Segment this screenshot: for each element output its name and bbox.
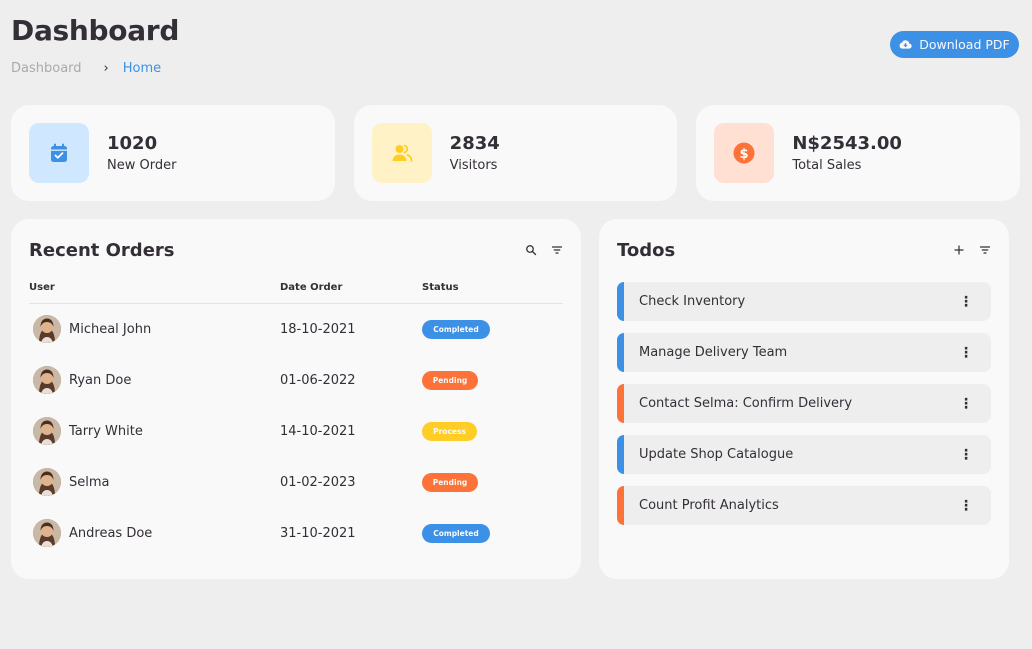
stat-card-new-order: 1020 New Order	[11, 105, 335, 201]
todo-item[interactable]: Count Profit Analytics ⋮	[617, 486, 991, 525]
more-vertical-icon[interactable]: ⋮	[959, 499, 973, 513]
order-date: 01-02-2023	[280, 474, 356, 490]
stat-label: Visitors	[449, 158, 498, 173]
todo-list: Check Inventory ⋮ Manage Delivery Team ⋮ Con…	[617, 282, 991, 525]
more-vertical-icon[interactable]: ⋮	[959, 397, 973, 411]
stat-value: 1020	[107, 133, 158, 154]
user-cell: Tarry White	[29, 406, 280, 457]
status-badge: Pending	[422, 472, 478, 492]
calendar-check-icon	[51, 143, 67, 162]
filter-icon[interactable]	[979, 244, 991, 256]
todo-label: Manage Delivery Team	[639, 345, 788, 360]
status-cell: Pending	[422, 355, 563, 406]
status-cell: Completed	[422, 304, 563, 355]
stat-icon-box	[29, 123, 89, 183]
cloud-download-icon	[899, 40, 912, 49]
todo-label: Update Shop Catalogue	[639, 447, 794, 462]
recent-orders-panel: Recent Orders User Date Order Status Mic…	[11, 219, 581, 579]
chevron-right-icon: ›	[103, 61, 109, 76]
stat-value: 2834	[449, 133, 500, 154]
more-vertical-icon[interactable]: ⋮	[959, 346, 973, 360]
stat-label: New Order	[107, 158, 177, 173]
table-row[interactable]: Andreas Doe 31-10-2021 Completed	[29, 508, 563, 559]
column-header-user: User	[29, 282, 280, 304]
status-cell: Pending	[422, 457, 563, 508]
status-cell: Process	[422, 406, 563, 457]
status-badge: Process	[422, 421, 477, 441]
stat-card-visitors: 2834 Visitors	[353, 105, 678, 201]
breadcrumb-home[interactable]: Home	[123, 61, 161, 76]
dashboard-page: Dashboard Dashboard › Home Download PDF	[0, 0, 1032, 649]
avatar	[33, 417, 61, 445]
table-row[interactable]: Tarry White 14-10-2021 Process	[29, 406, 563, 457]
table-row[interactable]: Selma 01-02-2023 Pending	[29, 457, 563, 508]
panel-tools	[525, 244, 563, 256]
search-icon[interactable]	[525, 244, 537, 256]
svg-text:$: $	[740, 147, 749, 162]
user-cell: Ryan Doe	[29, 355, 280, 406]
download-pdf-button[interactable]: Download PDF	[890, 31, 1019, 58]
todo-item[interactable]: Manage Delivery Team ⋮	[617, 333, 991, 372]
todo-item[interactable]: Contact Selma: Confirm Delivery ⋮	[617, 384, 991, 423]
order-date: 31-10-2021	[280, 525, 356, 541]
bottom-section: Recent Orders User Date Order Status Mic…	[11, 219, 1020, 579]
table-row[interactable]: Micheal John 18-10-2021 Completed	[29, 304, 563, 355]
order-date: 01-06-2022	[280, 372, 356, 388]
filter-icon[interactable]	[551, 244, 563, 256]
table-row[interactable]: Ryan Doe 01-06-2022 Pending	[29, 355, 563, 406]
status-badge: Completed	[422, 523, 490, 543]
panel-title: Todos	[617, 239, 676, 261]
todo-item[interactable]: Update Shop Catalogue ⋮	[617, 435, 991, 474]
column-header-status: Status	[422, 282, 563, 304]
todo-label: Count Profit Analytics	[639, 498, 779, 513]
panel-header: Recent Orders	[29, 239, 563, 261]
breadcrumb: Dashboard › Home	[11, 61, 161, 76]
people-icon	[392, 144, 413, 162]
panel-title: Recent Orders	[29, 239, 175, 261]
todo-item[interactable]: Check Inventory ⋮	[617, 282, 991, 321]
panel-tools	[953, 244, 991, 256]
stats-row: 1020 New Order 2834 Visitors $ N$2543.00…	[11, 105, 1021, 201]
stat-icon-box: $	[714, 123, 775, 183]
user-name: Micheal John	[69, 321, 152, 337]
user-cell: Selma	[29, 457, 280, 508]
column-header-date: Date Order	[280, 282, 422, 304]
status-badge: Completed	[422, 319, 490, 339]
avatar	[33, 519, 61, 547]
stat-card-total-sales: $ N$2543.00 Total Sales	[696, 105, 1021, 201]
stat-icon-box	[371, 123, 432, 183]
avatar	[33, 468, 61, 496]
plus-icon[interactable]	[953, 244, 965, 256]
todo-label: Contact Selma: Confirm Delivery	[639, 396, 853, 411]
download-pdf-label: Download PDF	[919, 37, 1010, 52]
more-vertical-icon[interactable]: ⋮	[959, 448, 973, 462]
user-name: Selma	[69, 474, 110, 490]
order-date: 18-10-2021	[280, 321, 356, 337]
more-vertical-icon[interactable]: ⋮	[959, 295, 973, 309]
orders-table: User Date Order Status Micheal John 18-10…	[29, 282, 563, 559]
status-badge: Pending	[422, 370, 478, 390]
page-header: Dashboard Dashboard › Home Download PDF	[11, 0, 1020, 105]
panel-header: Todos	[617, 239, 991, 261]
user-name: Ryan Doe	[69, 372, 132, 388]
breadcrumb-dashboard[interactable]: Dashboard	[11, 61, 82, 76]
stat-value: N$2543.00	[792, 133, 902, 154]
user-cell: Micheal John	[29, 304, 280, 355]
status-cell: Completed	[422, 508, 563, 559]
avatar	[33, 366, 61, 394]
user-name: Tarry White	[69, 423, 143, 439]
page-title: Dashboard	[11, 14, 180, 47]
todo-label: Check Inventory	[639, 294, 746, 309]
todos-panel: Todos Check Inventory ⋮ Manage Delivery Te…	[599, 219, 1009, 579]
avatar	[33, 315, 61, 344]
user-cell: Andreas Doe	[29, 508, 280, 559]
stat-label: Total Sales	[792, 158, 862, 173]
user-name: Andreas Doe	[69, 525, 153, 541]
order-date: 14-10-2021	[280, 423, 356, 439]
dollar-circle-icon: $	[733, 142, 755, 164]
